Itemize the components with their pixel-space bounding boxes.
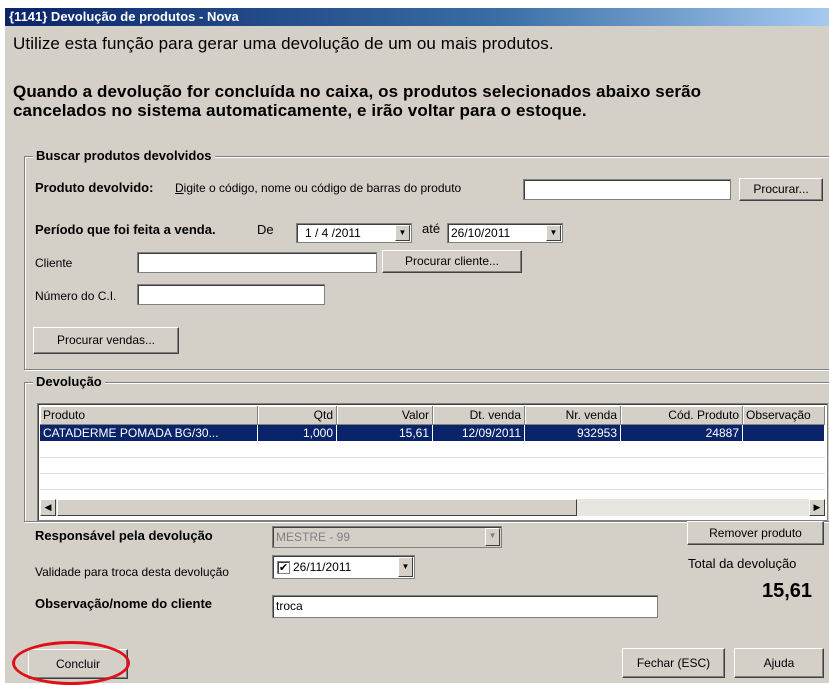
column-header-dt-venda[interactable]: Dt. venda — [433, 406, 525, 425]
table-row-empty[interactable] — [40, 473, 825, 490]
de-label: De — [257, 222, 274, 237]
periodo-label: Período que foi feita a venda. — [35, 222, 216, 237]
chevron-down-icon[interactable]: ▼ — [398, 557, 413, 577]
devolucao-table[interactable]: Produto Qtd Valor Dt. venda Nr. venda Có… — [37, 403, 828, 521]
ate-label: até — [422, 221, 441, 236]
ci-input[interactable] — [137, 284, 325, 305]
total-value: 15,61 — [762, 580, 813, 602]
horizontal-scrollbar[interactable]: ◀ ▶ — [40, 499, 825, 516]
scroll-left-icon[interactable]: ◀ — [40, 499, 56, 516]
validade-checkbox[interactable]: ✔ — [277, 561, 290, 574]
cell-nr-venda: 932953 — [525, 425, 621, 441]
buscar-group-title: Buscar produtos devolvidos — [33, 148, 215, 163]
cell-produto: CATADERME POMADA BG/30... — [40, 425, 258, 441]
intro-line-3: cancelados no sistema automaticamente, e… — [13, 101, 587, 120]
intro-line-2: Quando a devolução for concluída no caix… — [13, 82, 702, 101]
produto-search-input[interactable] — [523, 179, 731, 200]
cell-qtd: 1,000 — [258, 425, 337, 441]
date-to-picker[interactable]: 26/10/2011 ▼ — [447, 223, 563, 243]
scroll-right-icon[interactable]: ▶ — [809, 499, 825, 516]
date-from-picker[interactable]: 1 / 4 /2011 ▼ — [296, 223, 412, 243]
column-header-qtd[interactable]: Qtd — [258, 406, 337, 425]
column-header-produto[interactable]: Produto — [40, 406, 258, 425]
cell-cod-produto: 24887 — [621, 425, 743, 441]
validade-label: Validade para troca desta devolução — [35, 565, 229, 579]
date-to-value: 26/10/2011 — [451, 226, 511, 240]
total-label: Total da devolução — [688, 556, 797, 571]
window-title: {1141} Devolução de produtos - Nova — [5, 8, 829, 26]
chevron-down-icon[interactable]: ▼ — [395, 225, 410, 241]
observacao-label: Observação/nome do cliente — [35, 596, 213, 611]
responsavel-value: MESTRE - 99 — [276, 530, 351, 544]
ci-label: Número do C.I. — [35, 289, 117, 303]
devolucao-group-title: Devolução — [33, 374, 105, 389]
cliente-label: Cliente — [35, 256, 73, 270]
cell-valor: 15,61 — [337, 425, 433, 441]
chevron-down-icon[interactable]: ▼ — [485, 528, 500, 546]
column-header-valor[interactable]: Valor — [337, 406, 433, 425]
procurar-cliente-label: Procurar cliente... — [404, 254, 500, 268]
column-header-cod-produto[interactable]: Cód. Produto — [621, 406, 743, 425]
remover-produto-button[interactable]: Remover produto — [687, 521, 824, 545]
concluir-button[interactable]: Concluir — [28, 649, 128, 679]
procurar-vendas-button[interactable]: Procurar vendas... — [33, 327, 179, 354]
produto-devolvido-label: Produto devolvido: — [35, 180, 154, 195]
table-row-empty[interactable] — [40, 441, 825, 458]
procurar-cliente-button[interactable]: Procurar cliente... — [382, 250, 522, 273]
devolucao-window: {1141} Devolução de produtos - Nova Util… — [4, 8, 829, 683]
responsavel-select[interactable]: MESTRE - 99 ▼ — [272, 526, 502, 548]
observacao-input[interactable]: troca — [272, 595, 658, 618]
produto-hint: Digite o código, nome ou código de barra… — [175, 181, 462, 195]
chevron-down-icon[interactable]: ▼ — [546, 225, 561, 241]
cliente-input[interactable] — [137, 252, 377, 273]
column-header-observacao[interactable]: Observação — [743, 406, 825, 425]
ajuda-button[interactable]: Ajuda — [734, 648, 824, 678]
validade-date-value: 26/11/2011 — [293, 560, 352, 574]
table-row-empty[interactable] — [40, 457, 825, 474]
procurar-produto-button[interactable]: Procurar... — [739, 178, 823, 201]
validade-date-picker[interactable]: ✔ 26/11/2011 ▼ — [272, 555, 415, 579]
column-header-nr-venda[interactable]: Nr. venda — [525, 406, 621, 425]
scrollbar-thumb[interactable] — [57, 499, 577, 516]
responsavel-label: Responsável pela devolução — [35, 528, 213, 543]
table-row[interactable]: CATADERME POMADA BG/30... 1,000 15,61 12… — [40, 425, 825, 441]
fechar-button[interactable]: Fechar (ESC) — [622, 648, 725, 678]
intro-line-1: Utilize esta função para gerar uma devol… — [13, 34, 554, 53]
cell-dt-venda: 12/09/2011 — [433, 425, 525, 441]
cell-observacao — [743, 425, 825, 441]
date-from-value: 1 / 4 /2011 — [305, 226, 361, 240]
